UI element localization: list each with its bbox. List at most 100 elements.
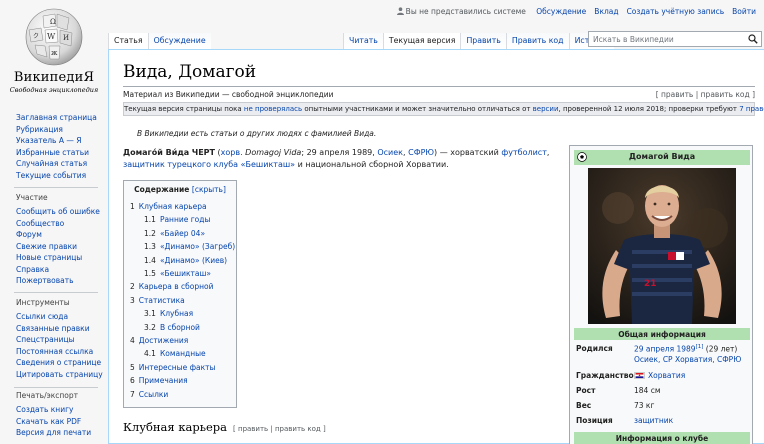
version-link[interactable]: версии (533, 105, 559, 113)
search-input[interactable]: Искать в Википедии (588, 31, 762, 47)
toc-link[interactable]: «Байер 04» (160, 229, 205, 238)
sidebar-participation-item[interactable]: Свежие правки (16, 241, 100, 253)
tab[interactable]: Статья (108, 33, 148, 49)
role-link[interactable]: защитник турецкого клуба «Бешикташ» (123, 160, 295, 169)
toc-toggle[interactable]: [скрыть] (192, 185, 226, 194)
logo-wordmark: ВикипедиЯ (13, 70, 95, 85)
toc-link[interactable]: Статистика (139, 296, 185, 305)
toc-item[interactable]: 3.2 В сборной (130, 321, 230, 334)
sidebar-print-item[interactable]: Скачать как PDF (16, 416, 91, 428)
unreviewed-link[interactable]: не проверялась (244, 105, 302, 113)
sidebar-tools-item[interactable]: Связанные правки (16, 323, 103, 335)
toc-link[interactable]: «Динамо» (Загреб) (160, 242, 235, 251)
personal-link[interactable]: Вклад (594, 7, 618, 16)
hatnote: В Википедии есть статьи о других людях с… (137, 129, 377, 138)
toc-number: 1.2 (144, 228, 156, 238)
sidebar-nav-item[interactable]: Текущие события (16, 170, 97, 182)
sidebar-nav-item[interactable]: Избранные статьи (16, 147, 97, 159)
toc-link[interactable]: Клубная (160, 309, 193, 318)
lang-link[interactable]: хорв. (221, 148, 243, 157)
sidebar-tools-item[interactable]: Ссылки сюда (16, 311, 103, 323)
position-link[interactable]: защитник (634, 416, 673, 425)
toc-link[interactable]: Ссылки (139, 390, 168, 399)
sidebar-nav-item[interactable]: Случайная статья (16, 158, 97, 170)
toc-item[interactable]: 3 Статистика (130, 294, 230, 307)
toc-item[interactable]: 1.5 «Бешикташ» (130, 267, 230, 280)
top-edit-links[interactable]: [ править | править код ] (656, 90, 755, 99)
infobox-club-header: Информация о клубе (574, 432, 750, 444)
tab[interactable]: Править (460, 33, 506, 49)
toc-number: 1 (130, 202, 135, 211)
sidebar-tools-item[interactable]: Сведения о странице (16, 357, 103, 369)
personal-link[interactable]: Войти (732, 7, 756, 16)
sport-link[interactable]: футболист (501, 148, 546, 157)
toc-item[interactable]: 1.4 «Динамо» (Киев) (130, 254, 230, 267)
toc-link[interactable]: В сборной (160, 323, 200, 332)
site-tagline: Материал из Википедии — свободной энцикл… (123, 90, 334, 99)
sidebar-participation-item[interactable]: Справка (16, 264, 100, 276)
toc-link[interactable]: Примечания (139, 376, 188, 385)
sidebar-participation-item[interactable]: Сообщество (16, 218, 100, 230)
sidebar-nav-item[interactable]: Рубрикация (16, 124, 97, 136)
toc-link[interactable]: Командные (160, 349, 206, 358)
toc-link[interactable]: «Динамо» (Киев) (160, 256, 227, 265)
city-link[interactable]: Осиек (377, 148, 403, 157)
sidebar-participation-item[interactable]: Новые страницы (16, 252, 100, 264)
sidebar-tools-item[interactable]: Цитировать страницу (16, 369, 103, 381)
player-photo[interactable]: 21 (588, 168, 736, 324)
tab[interactable]: Обсуждение (147, 33, 211, 49)
sidebar-participation-item[interactable]: Пожертвовать (16, 275, 100, 287)
toc-link[interactable]: Клубная карьера (139, 202, 207, 211)
toc-link[interactable]: Карьера в сборной (139, 282, 214, 291)
section-edit-links[interactable]: [ править | править код ] (233, 425, 326, 433)
sidebar-nav-item[interactable]: Указатель А — Я (16, 135, 97, 147)
toc-link[interactable]: «Бешикташ» (160, 269, 211, 278)
toc-number: 3.2 (144, 322, 156, 332)
toc-item[interactable]: 1 Клубная карьера (130, 200, 230, 213)
birthplace-link[interactable]: Осиек, СР Хорватия, СФРЮ (634, 355, 741, 364)
toc-item[interactable]: 4.1 Командные (130, 347, 230, 360)
toc-item[interactable]: 6 Примечания (130, 374, 230, 387)
toc-item[interactable]: 4 Достижения (130, 334, 230, 347)
logo-subtitle: Свободная энциклопедия (9, 86, 99, 94)
sidebar-heading-print: Печать/экспорт (16, 391, 78, 400)
citizenship-link[interactable]: Хорватия (648, 371, 685, 380)
personal-link[interactable]: Создать учётную запись (627, 7, 725, 16)
personal-tools: Вы не представились системе Обсуждение Вк… (389, 7, 756, 16)
sidebar-print-item[interactable]: Версия для печати (16, 427, 91, 439)
edits-link[interactable]: 7 правок (739, 105, 764, 113)
sidebar-tools-item[interactable]: Постоянная ссылка (16, 346, 103, 358)
toc-item[interactable]: 5 Интересные факты (130, 361, 230, 374)
toc-title: Содержание [скрыть] (134, 185, 226, 194)
infobox-general-header: Общая информация (574, 328, 750, 340)
sidebar-nav-item[interactable]: Заглавная страница (16, 112, 97, 124)
country-link[interactable]: СФРЮ (408, 148, 434, 157)
toc-link[interactable]: Достижения (139, 336, 188, 345)
toc-item[interactable]: 1.3 «Динамо» (Загреб) (130, 240, 235, 253)
birthdate-link[interactable]: 29 апреля 1989 (634, 345, 696, 354)
toc-number: 3.1 (144, 309, 156, 319)
sidebar-tools-item[interactable]: Спецстраницы (16, 334, 103, 346)
search-icon[interactable] (748, 34, 758, 44)
toc-item[interactable]: 7 Ссылки (130, 388, 230, 401)
wikipedia-logo[interactable]: Ω W И ж ク ВикипедиЯ Свободная энциклопед… (8, 6, 100, 100)
tab[interactable]: Читать (343, 33, 383, 49)
personal-link[interactable]: Обсуждение (536, 7, 586, 16)
sidebar-print-item[interactable]: Создать книгу (16, 404, 91, 416)
toc-number: 5 (130, 362, 135, 372)
subject-callsign: ЧЕРТ (191, 148, 215, 157)
tab[interactable]: Править код (505, 33, 569, 49)
tab[interactable]: Текущая версия (382, 33, 461, 49)
toc-item[interactable]: 2 Карьера в сборной (130, 280, 230, 293)
toc-item[interactable]: 3.1 Клубная (130, 307, 230, 320)
svg-text:ク: ク (33, 33, 39, 40)
toc-number: 2 (130, 282, 135, 292)
pending-changes-notice: Текущая версия страницы пока не проверял… (123, 102, 764, 116)
toc-item[interactable]: 1.2 «Байер 04» (130, 227, 230, 240)
toc-item[interactable]: 1.1 Ранние годы (130, 213, 230, 226)
toc-link[interactable]: Интересные факты (139, 363, 216, 372)
toc-link[interactable]: Ранние годы (160, 215, 210, 224)
toc-number: 4 (130, 336, 135, 346)
sidebar-participation-item[interactable]: Форум (16, 229, 100, 241)
sidebar-participation-item[interactable]: Сообщить об ошибке (16, 206, 100, 218)
